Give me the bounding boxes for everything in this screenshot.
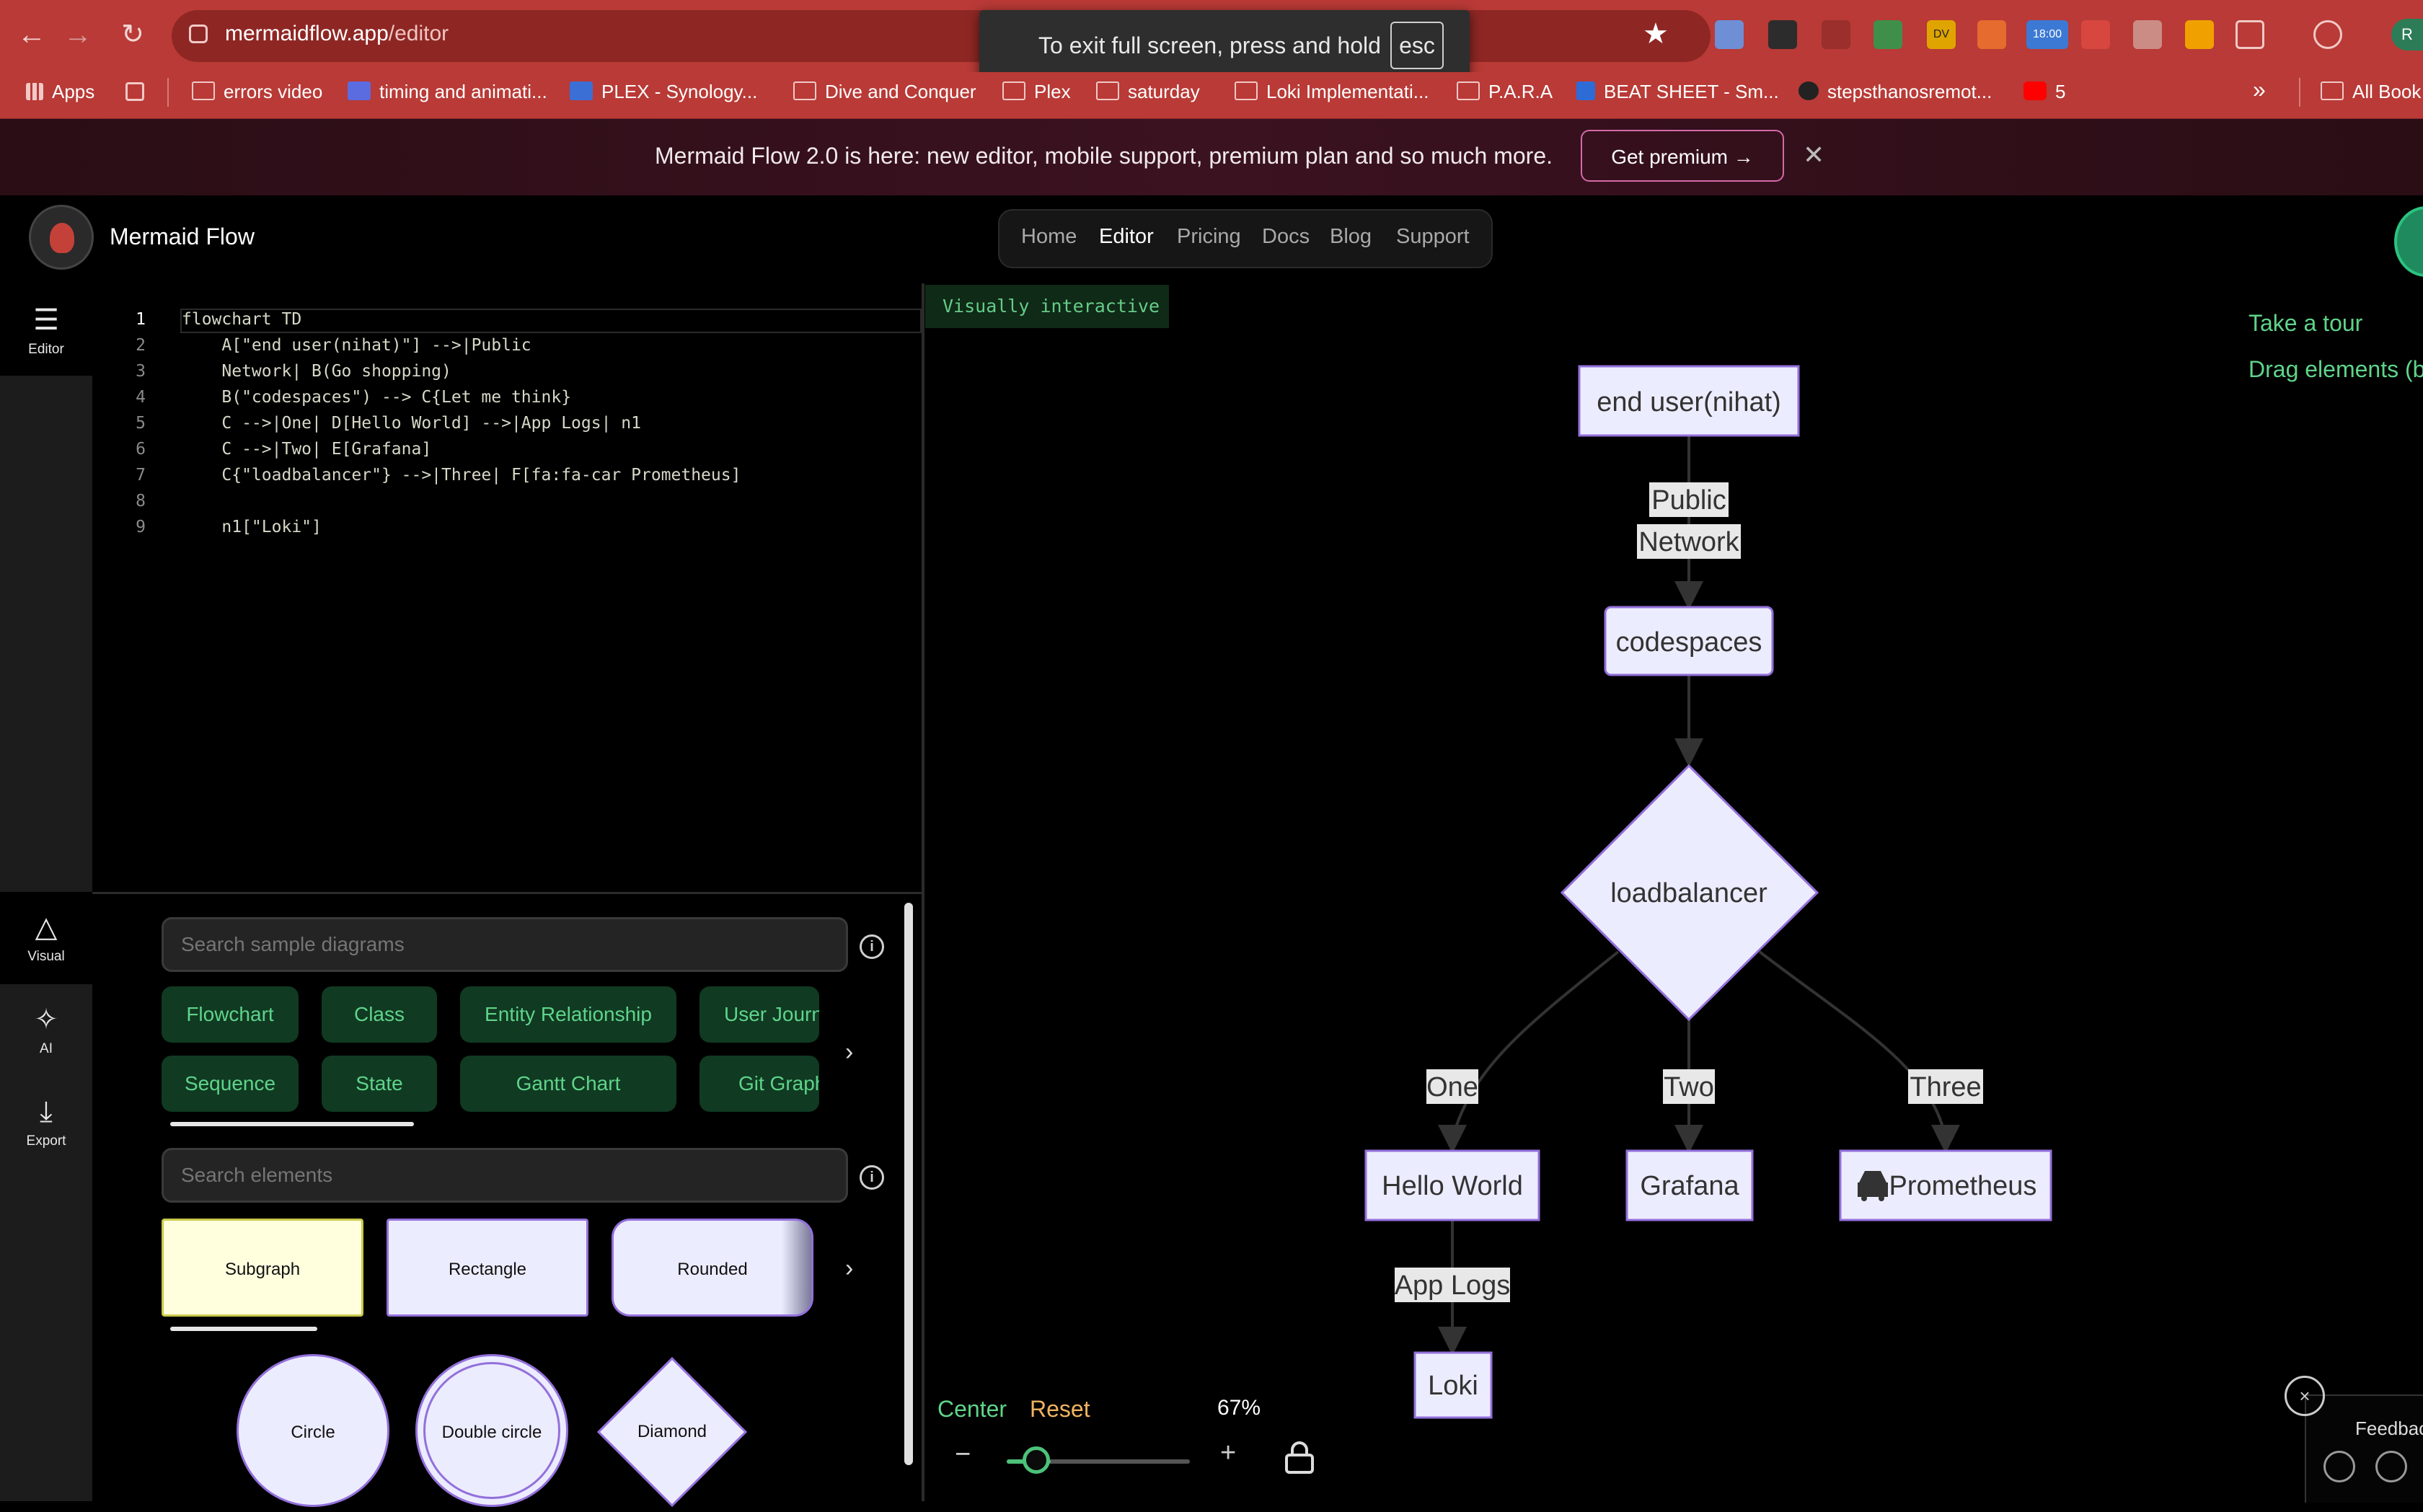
- edge-label-app-logs[interactable]: App Logs: [1395, 1270, 1511, 1301]
- neutral-face-icon[interactable]: [2375, 1451, 2407, 1482]
- node-grafana-label: Grafana: [1640, 1171, 1739, 1201]
- lock-icon[interactable]: [1284, 1441, 1315, 1474]
- edge-c-d[interactable]: [1438, 950, 1620, 1154]
- zoom-slider-handle[interactable]: [1022, 1446, 1050, 1474]
- node-prometheus-label: Prometheus: [1889, 1171, 2037, 1201]
- zoom-level: 67%: [1217, 1396, 1261, 1420]
- edge-label-public[interactable]: Public: [1651, 485, 1726, 516]
- flowchart-diagram: Public Network One Two Three App Logs en…: [1364, 365, 2052, 1419]
- edge-label-network[interactable]: Network: [1638, 527, 1739, 557]
- edge-label-three[interactable]: Three: [1910, 1072, 1981, 1102]
- sad-face-icon[interactable]: [2323, 1451, 2355, 1482]
- node-codespaces-label: codespaces: [1616, 627, 1762, 658]
- close-feedback-icon[interactable]: ×: [2285, 1376, 2325, 1416]
- node-loki-label: Loki: [1428, 1371, 1478, 1401]
- edge-label-one[interactable]: One: [1426, 1072, 1478, 1102]
- node-end-user-label: end user(nihat): [1597, 387, 1781, 417]
- zoom-out-button[interactable]: −: [955, 1439, 971, 1470]
- reset-button[interactable]: Reset: [1030, 1396, 1090, 1423]
- edge-label-two[interactable]: Two: [1664, 1072, 1714, 1102]
- node-loadbalancer-label: loadbalancer: [1610, 878, 1767, 908]
- zoom-in-button[interactable]: +: [1220, 1438, 1236, 1469]
- center-button[interactable]: Center: [937, 1396, 1007, 1423]
- feedback-panel: [2305, 1394, 2423, 1503]
- node-hello-world-label: Hello World: [1382, 1171, 1523, 1201]
- feedback-label: Feedbac: [2355, 1418, 2423, 1439]
- edge-c-f[interactable]: [1758, 950, 1960, 1154]
